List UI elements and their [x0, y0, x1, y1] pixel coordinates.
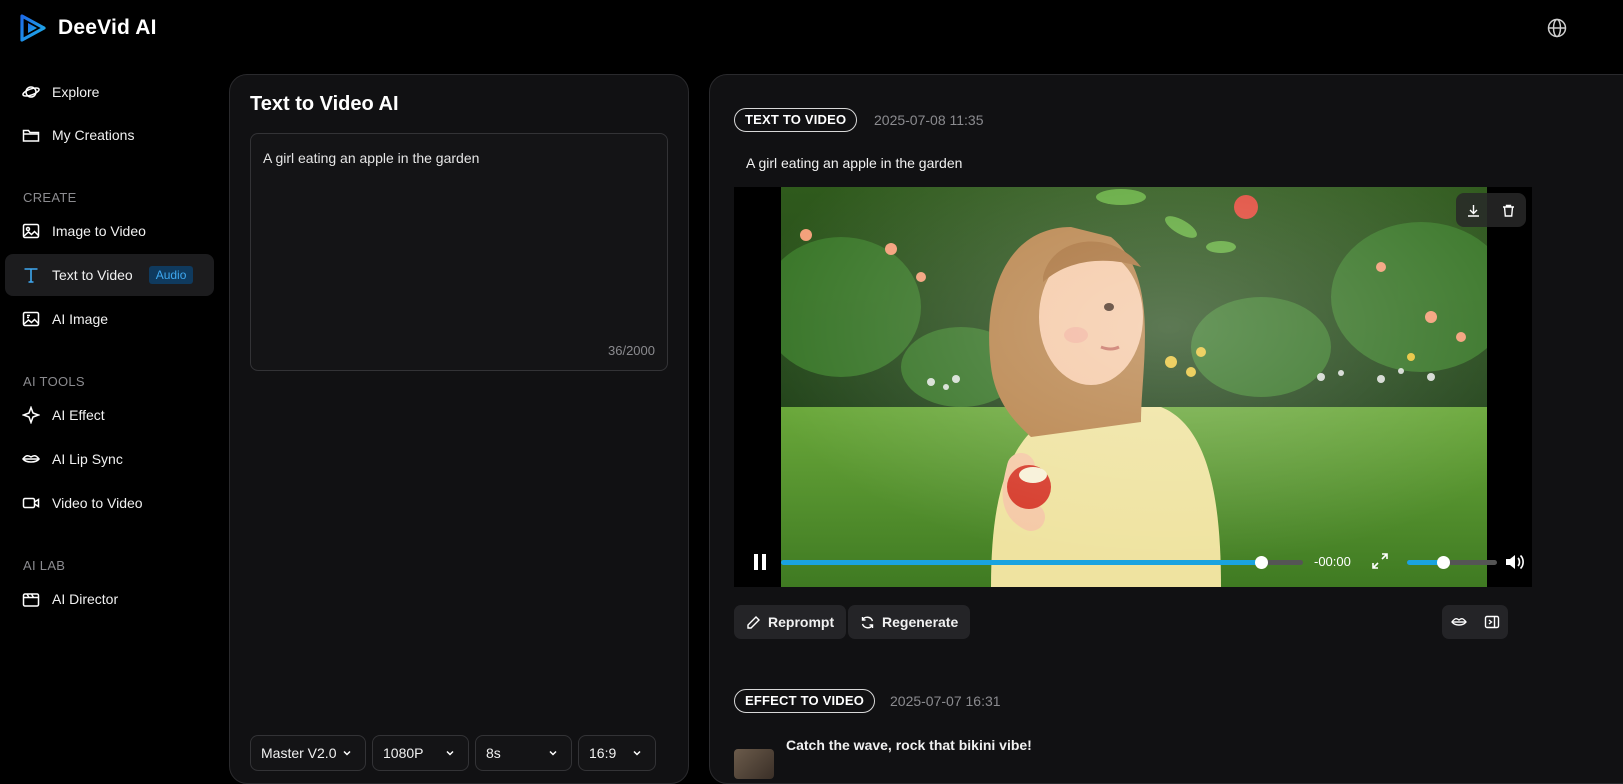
app-name: DeeVid AI — [58, 16, 157, 39]
sidebar-item-label: Video to Video — [52, 495, 143, 511]
model-select[interactable]: Master V2.0 — [250, 735, 366, 771]
sidebar-item-label: Image to Video — [52, 223, 146, 239]
result-timestamp: 2025-07-08 11:35 — [874, 112, 984, 128]
page-title: Text to Video AI — [250, 93, 399, 115]
composer-panel: Text to Video AI A girl eating an apple … — [229, 74, 689, 784]
video-player[interactable]: -00:00 — [734, 187, 1532, 587]
reprompt-button[interactable]: Reprompt — [734, 605, 847, 639]
prompt-textarea[interactable]: A girl eating an apple in the garden 36/… — [250, 133, 668, 371]
text-icon — [24, 268, 38, 283]
speaker-icon[interactable] — [1504, 552, 1524, 572]
aspect-ratio-value: 16:9 — [589, 745, 617, 761]
model-value: Master V2.0 — [261, 745, 337, 761]
results-panel: TEXT TO VIDEO 2025-07-08 11:35 A girl ea… — [709, 74, 1623, 784]
sparkle-icon — [22, 406, 40, 424]
refresh-icon — [861, 616, 874, 628]
sidebar-item-label: AI Effect — [52, 407, 105, 423]
chevron-down-icon — [633, 750, 641, 756]
result-type-tag: EFFECT TO VIDEO — [734, 689, 876, 713]
sidebar-item-my-creations[interactable]: My Creations — [5, 114, 214, 156]
volume-slider[interactable] — [1407, 556, 1497, 569]
pencil-icon — [747, 615, 760, 629]
section-title-ai-lab: AI LAB — [23, 558, 66, 573]
result-extra-actions — [1442, 605, 1508, 639]
progress-bar[interactable] — [781, 556, 1303, 569]
section-title-ai-tools: AI TOOLS — [23, 374, 85, 389]
video-controls: -00:00 — [734, 537, 1532, 587]
time-remaining: -00:00 — [1314, 554, 1351, 569]
resolution-value: 1080P — [383, 745, 424, 761]
pause-icon[interactable] — [752, 553, 768, 571]
sidebar-item-ai-lip-sync[interactable]: AI Lip Sync — [5, 438, 214, 480]
sidebar-item-explore[interactable]: Explore — [5, 71, 214, 113]
fullscreen-icon[interactable] — [1371, 552, 1389, 570]
char-counter: 36/2000 — [608, 343, 655, 358]
duration-value: 8s — [486, 745, 501, 761]
video-actions — [1456, 193, 1526, 227]
image-icon — [22, 223, 40, 239]
sidebar-item-label: My Creations — [52, 127, 135, 143]
planet-icon — [22, 86, 40, 98]
regenerate-label: Regenerate — [882, 614, 959, 630]
extend-video-icon[interactable] — [1484, 614, 1500, 630]
result-timestamp: 2025-07-07 16:31 — [890, 693, 1001, 709]
chevron-down-icon — [446, 750, 454, 756]
section-title-create: CREATE — [23, 190, 77, 205]
folder-icon — [22, 129, 40, 142]
aspect-ratio-select[interactable]: 16:9 — [578, 735, 656, 771]
sidebar-item-ai-director[interactable]: AI Director — [5, 578, 214, 620]
logo-play-icon — [20, 14, 46, 42]
result-caption: Catch the wave, rock that bikini vibe! — [786, 737, 1032, 753]
prompt-value: A girl eating an apple in the garden — [263, 150, 480, 166]
sidebar-item-label: Explore — [52, 84, 100, 100]
chevron-down-icon — [549, 750, 557, 756]
reprompt-label: Reprompt — [768, 614, 835, 630]
sidebar-item-video-to-video[interactable]: Video to Video — [5, 482, 214, 524]
sidebar-item-label: AI Director — [52, 591, 119, 607]
result-thumbnail[interactable] — [734, 749, 774, 779]
download-icon[interactable] — [1466, 203, 1481, 218]
progress-handle[interactable] — [1255, 556, 1269, 569]
sidebar-item-label: Text to Video — [52, 267, 133, 283]
volume-handle[interactable] — [1437, 556, 1450, 569]
globe-icon[interactable] — [1547, 18, 1567, 38]
result-caption: A girl eating an apple in the garden — [746, 155, 963, 171]
lips-icon[interactable] — [1450, 614, 1467, 630]
lips-icon — [22, 454, 40, 463]
duration-select[interactable]: 8s — [475, 735, 572, 771]
sidebar-item-ai-image[interactable]: AI Image — [5, 298, 214, 340]
sidebar-item-image-to-video[interactable]: Image to Video — [5, 210, 214, 252]
result-type-tag: TEXT TO VIDEO — [734, 108, 858, 132]
sidebar-item-label: AI Image — [52, 311, 109, 327]
progress-fill — [781, 560, 1262, 565]
video-still-image — [781, 187, 1487, 587]
app-logo[interactable]: DeeVid AI — [20, 14, 157, 42]
video-frame — [781, 187, 1487, 587]
trash-icon[interactable] — [1501, 203, 1516, 218]
resolution-select[interactable]: 1080P — [372, 735, 469, 771]
video-camera-icon — [22, 497, 40, 509]
sidebar-item-ai-effect[interactable]: AI Effect — [5, 394, 214, 436]
ai-image-icon — [22, 311, 40, 327]
regenerate-button[interactable]: Regenerate — [848, 605, 971, 639]
audio-badge: Audio — [148, 266, 194, 284]
chevron-down-icon — [343, 750, 351, 756]
director-icon — [22, 593, 40, 607]
sidebar-item-label: AI Lip Sync — [52, 451, 123, 467]
sidebar-item-text-to-video[interactable]: Text to Video Audio — [5, 254, 214, 296]
